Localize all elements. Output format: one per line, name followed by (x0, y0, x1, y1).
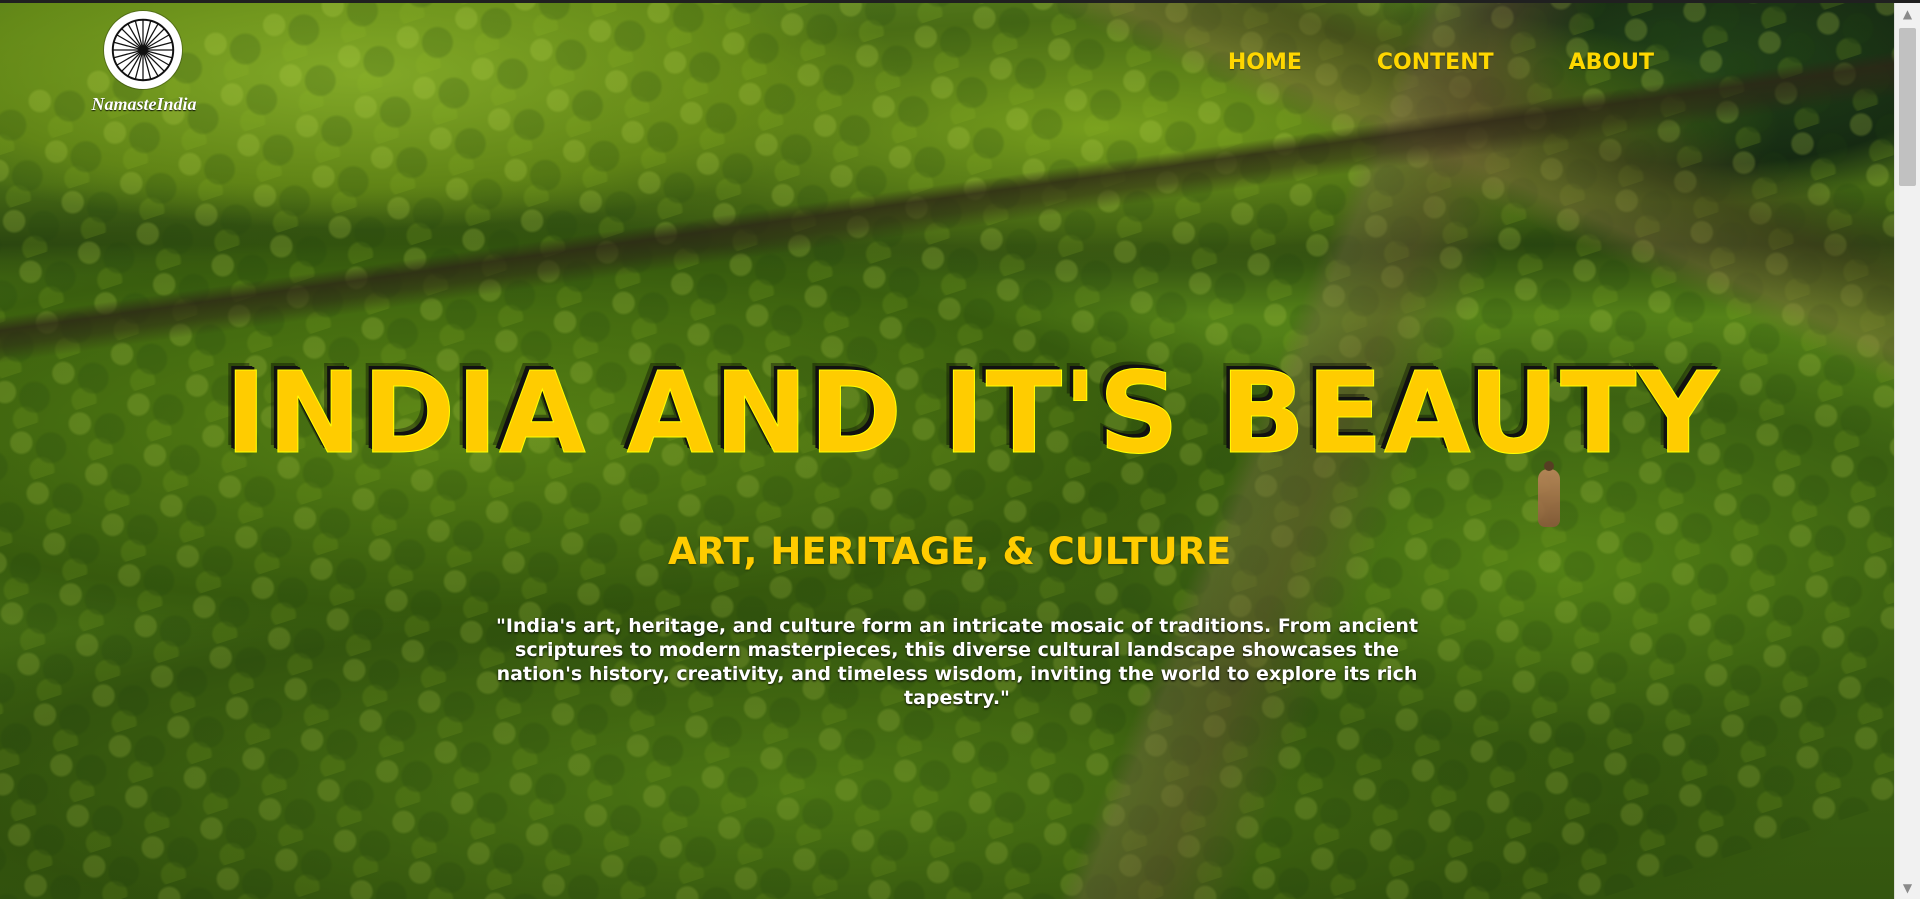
ashoka-chakra-icon (104, 11, 182, 89)
scroll-down-arrow-icon[interactable]: ▼ (1895, 877, 1920, 899)
hero-description: "India's art, heritage, and culture form… (495, 615, 1419, 709)
brand-name: NamasteIndia (91, 94, 197, 114)
hero-subtitle: ART, HERITAGE, & CULTURE (668, 530, 1232, 573)
main-navigation: HOME CONTENT ABOUT (1228, 50, 1654, 75)
scroll-up-arrow-icon[interactable]: ▲ (1895, 3, 1920, 25)
nav-home-link[interactable]: HOME (1228, 50, 1302, 75)
hero-page: NamasteIndia HOME CONTENT ABOUT INDIA AN… (0, 0, 1894, 899)
scrollbar-thumb[interactable] (1899, 28, 1916, 186)
nav-about-link[interactable]: ABOUT (1569, 50, 1654, 75)
vertical-scrollbar[interactable]: ▲ ▼ (1894, 3, 1920, 899)
logo[interactable]: NamasteIndia (66, 11, 222, 119)
hero-title: INDIA AND IT'S BEAUTY (225, 349, 1720, 479)
nav-content-link[interactable]: CONTENT (1377, 50, 1494, 75)
